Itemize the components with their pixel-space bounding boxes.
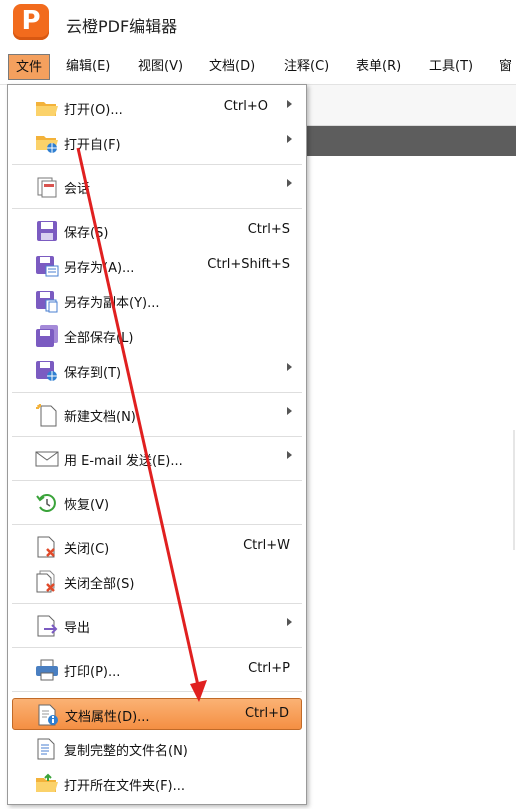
document-properties-icon	[35, 703, 61, 727]
menu-window[interactable]: 窗	[499, 54, 512, 80]
menu-item-label: 恢复(V)	[64, 498, 110, 513]
menu-file[interactable]: 文件	[8, 54, 51, 80]
menu-separator	[12, 647, 302, 648]
menu-view[interactable]: 视图(V)	[138, 54, 183, 80]
menu-item-label: 打开自(F)	[64, 138, 121, 153]
close-all-icon	[34, 570, 60, 594]
submenu-arrow-icon	[287, 407, 292, 415]
printer-icon	[34, 658, 60, 682]
menu-item-close-all[interactable]: 关闭全部(S)	[12, 566, 302, 598]
copy-filename-icon	[34, 737, 60, 761]
document-area	[300, 156, 516, 809]
menu-item-restore[interactable]: 恢复(V)	[12, 487, 302, 519]
menu-item-label: 全部保存(L)	[64, 331, 134, 346]
submenu-arrow-icon	[287, 618, 292, 626]
menu-separator	[12, 603, 302, 604]
menu-separator	[12, 524, 302, 525]
menu-separator	[12, 164, 302, 165]
menu-item-save[interactable]: 保存(S) Ctrl+S	[12, 215, 302, 247]
menu-item-label: 关闭(C)	[64, 542, 110, 557]
menu-separator	[12, 480, 302, 481]
save-icon	[34, 219, 60, 243]
menu-item-export[interactable]: 导出	[12, 610, 302, 642]
folder-web-icon	[34, 131, 60, 155]
menu-item-label: 另存为(A)...	[64, 261, 135, 276]
open-folder-icon	[34, 772, 60, 796]
save-copy-icon	[34, 289, 60, 313]
session-icon	[34, 175, 60, 199]
menu-item-label: 用 E-mail 发送(E)...	[64, 454, 183, 469]
menu-item-shortcut: Ctrl+O	[223, 99, 268, 114]
menu-item-label: 新建文档(N)	[64, 410, 136, 425]
app-logo-icon: P	[13, 4, 49, 40]
menu-item-label: 打开所在文件夹(F)...	[64, 779, 186, 794]
menu-item-shortcut: Ctrl+W	[243, 538, 290, 553]
menu-item-label: 打印(P)...	[64, 665, 121, 680]
menu-separator	[12, 392, 302, 393]
new-document-icon	[34, 403, 60, 427]
menu-item-open-from[interactable]: 打开自(F)	[12, 127, 302, 159]
menu-item-close[interactable]: 关闭(C) Ctrl+W	[12, 531, 302, 563]
toolbar	[300, 85, 516, 126]
menu-edit[interactable]: 编辑(E)	[66, 54, 110, 80]
page-edge	[513, 430, 515, 550]
file-menu-dropdown: 打开(O)... Ctrl+O 打开自(F) 会话 保存(S) Ctrl+S 另…	[7, 84, 307, 805]
menu-item-document-properties[interactable]: 文档属性(D)... Ctrl+D	[12, 698, 302, 730]
save-all-icon	[34, 324, 60, 348]
menu-item-label: 另存为副本(Y)...	[64, 296, 160, 311]
menu-item-save-to[interactable]: 保存到(T)	[12, 355, 302, 387]
menu-form[interactable]: 表单(R)	[356, 54, 401, 80]
menu-tools[interactable]: 工具(T)	[429, 54, 473, 80]
menu-item-shortcut: Ctrl+P	[248, 661, 290, 676]
restore-icon	[34, 491, 60, 515]
submenu-arrow-icon	[287, 100, 292, 108]
submenu-arrow-icon	[287, 363, 292, 371]
menu-item-copy-full-filename[interactable]: 复制完整的文件名(N)	[12, 733, 302, 765]
submenu-arrow-icon	[287, 451, 292, 459]
menu-item-email[interactable]: 用 E-mail 发送(E)...	[12, 443, 302, 475]
menu-item-label: 保存到(T)	[64, 366, 122, 381]
menu-bar: 文件 编辑(E) 视图(V) 文档(D) 注释(C) 表单(R) 工具(T) 窗	[0, 50, 516, 85]
title-bar: P 云橙PDF编辑器	[0, 0, 516, 46]
menu-separator	[12, 691, 302, 692]
save-as-icon	[34, 254, 60, 278]
submenu-arrow-icon	[287, 179, 292, 187]
save-to-icon	[34, 359, 60, 383]
menu-item-label: 会话	[64, 182, 91, 197]
menu-item-new-document[interactable]: 新建文档(N)	[12, 399, 302, 431]
menu-item-label: 关闭全部(S)	[64, 577, 135, 592]
folder-open-icon	[34, 96, 60, 120]
menu-item-label: 复制完整的文件名(N)	[64, 744, 188, 759]
menu-item-shortcut: Ctrl+S	[247, 222, 290, 237]
menu-item-open[interactable]: 打开(O)... Ctrl+O	[12, 92, 302, 124]
menu-item-label: 导出	[64, 621, 91, 636]
menu-item-save-all[interactable]: 全部保存(L)	[12, 320, 302, 352]
export-icon	[34, 614, 60, 638]
menu-item-shortcut: Ctrl+D	[244, 706, 289, 721]
menu-separator	[12, 436, 302, 437]
document-tab-bar	[300, 126, 516, 156]
close-document-icon	[34, 535, 60, 559]
menu-item-save-copy[interactable]: 另存为副本(Y)...	[12, 285, 302, 317]
menu-item-save-as[interactable]: 另存为(A)... Ctrl+Shift+S	[12, 250, 302, 282]
submenu-arrow-icon	[287, 135, 292, 143]
menu-item-label: 打开(O)...	[64, 103, 123, 118]
menu-item-session[interactable]: 会话	[12, 171, 302, 203]
menu-item-label: 文档属性(D)...	[65, 710, 150, 725]
menu-item-print[interactable]: 打印(P)... Ctrl+P	[12, 654, 302, 686]
menu-document[interactable]: 文档(D)	[209, 54, 255, 80]
menu-item-label: 保存(S)	[64, 226, 109, 241]
email-icon	[34, 447, 60, 471]
menu-comment[interactable]: 注释(C)	[284, 54, 329, 80]
menu-item-open-containing-folder[interactable]: 打开所在文件夹(F)...	[12, 768, 302, 800]
menu-separator	[12, 208, 302, 209]
app-title: 云橙PDF编辑器	[66, 17, 178, 36]
menu-item-shortcut: Ctrl+Shift+S	[207, 257, 290, 272]
